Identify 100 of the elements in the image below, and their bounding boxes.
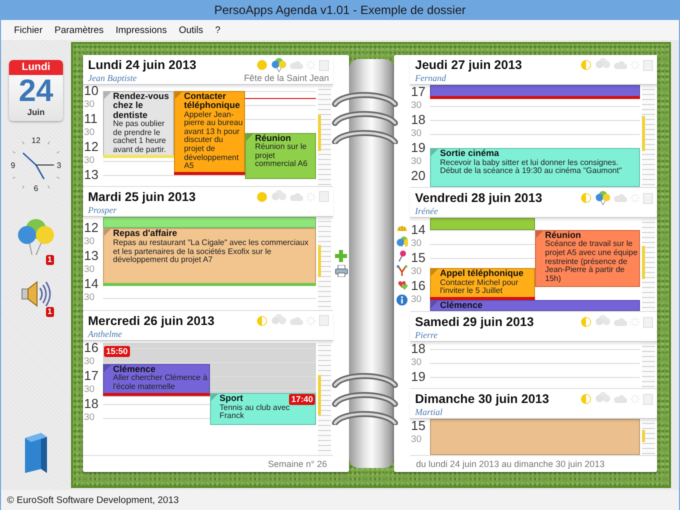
hour-label: 30 [411, 358, 422, 368]
hour-label: 30 [84, 412, 95, 423]
event-card[interactable]: Contacter téléphonique Appeler Jean-pierre au bureau avant 13 h pour discuter du projet de développement A5 [174, 90, 245, 175]
note-corner-icon [431, 300, 438, 308]
calendar-month: Juin [27, 107, 45, 119]
note-corner-icon [431, 269, 438, 276]
hour-label: 19 [411, 141, 426, 155]
event-card[interactable] [103, 216, 316, 228]
branch-icon[interactable] [396, 264, 408, 276]
menu-item[interactable]: Impressions [110, 22, 172, 38]
clock-number: 9 [10, 161, 16, 170]
event-title: Sortie cinéma [440, 149, 500, 158]
hour-label: 13 [84, 249, 98, 264]
hour-label: 14 [411, 222, 426, 237]
event-band [174, 172, 245, 175]
event-description: Tennis au club avec Franck [220, 404, 291, 421]
note-corner-icon [174, 92, 182, 99]
hour-label: 15 [411, 250, 426, 265]
day-overview-strip[interactable] [318, 340, 331, 455]
hour-label: 12 [84, 221, 98, 236]
week-number: Semaine n° 26 [266, 458, 328, 471]
menu-item[interactable]: ? [210, 22, 226, 38]
hour-label: 30 [411, 294, 422, 305]
event-card[interactable]: Sortie cinéma Recevoir la baby sitter et lui donner les consignes. Début de la scéance à 19:30 au cinéma "Gaumont" [430, 148, 640, 188]
event-title: Réunion [545, 230, 582, 240]
menu-item[interactable]: Outils [174, 22, 208, 38]
event-description: Recevoir la baby sitter et lui donner les consignes. Début de la scéance à 19:30 au cinéma "Gaumont" [440, 158, 623, 176]
hour-label: 17 [84, 368, 98, 383]
day-title: Mercredi 26 juin 2013 [88, 314, 214, 328]
event-title: Appel téléphonique [440, 269, 525, 279]
calendar-weekday: Lundi [9, 60, 63, 75]
event-title: Contacter téléphonique [184, 92, 241, 111]
printer-icon[interactable] [334, 265, 348, 277]
hearts-icon[interactable] [396, 280, 408, 290]
day-overview-strip[interactable] [318, 85, 331, 186]
cloud-icon [290, 192, 303, 202]
hour-label: 18 [411, 342, 426, 356]
events-marker [318, 244, 321, 278]
info-icon[interactable] [396, 294, 408, 306]
saint-name: Jean Baptiste [88, 73, 137, 83]
event-card[interactable] [430, 218, 535, 230]
notification-badge: 1 [46, 307, 54, 317]
hour-label: 30 [84, 265, 95, 276]
day-overview-strip[interactable] [642, 342, 655, 388]
event-card[interactable] [430, 419, 640, 455]
menu-item[interactable]: Fichier [9, 22, 48, 38]
events-marker [642, 116, 645, 152]
hour-label: 20 [411, 169, 426, 183]
events-marker [642, 430, 645, 442]
hour-label: 30 [411, 157, 422, 167]
event-card[interactable]: Réunion Scéance de travail sur le projet A5 avec une équipe restreinte (présence de Jean-Pierre à partir de 15h) [535, 230, 640, 288]
event-card[interactable]: Clémence [430, 300, 640, 312]
hour-label: 30 [411, 101, 422, 111]
hour-label: 11 [84, 112, 98, 126]
pushpin-icon[interactable] [397, 250, 407, 262]
day-overview-strip[interactable] [642, 419, 655, 455]
note-icon [643, 192, 653, 204]
day-overview-strip[interactable] [642, 218, 655, 312]
event-card[interactable]: Sport Tennis au club avec Franck 17:40 [210, 393, 316, 425]
note-corner-icon [536, 230, 543, 238]
hour-label: 30 [411, 238, 422, 249]
note-icon [319, 191, 329, 202]
hour-label: 30 [84, 293, 95, 304]
event-card[interactable]: Clémence Aller chercher Clémence à l'école maternelle [103, 364, 210, 396]
day-title: Mardi 25 juin 2013 [88, 190, 196, 204]
hour-label: 30 [84, 237, 95, 248]
event-title: Rendez-vous chez le dentiste [113, 92, 170, 120]
note-icon [643, 60, 653, 70]
note-corner-icon [104, 229, 111, 236]
cloud-icon [290, 316, 303, 326]
cloud-icon [614, 317, 627, 328]
day-overview-strip[interactable] [642, 85, 655, 188]
event-title: Réunion [254, 134, 292, 143]
hour-label: 30 [84, 128, 95, 138]
event-title: Repas d'affaire [113, 229, 178, 239]
hour-label: 30 [411, 266, 422, 277]
event-card[interactable]: Réunion Réunion sur le projet commercial A6 [244, 132, 316, 179]
hour-label: 18 [411, 113, 426, 127]
cloud-icon [614, 193, 627, 204]
balloons-icon[interactable] [16, 217, 56, 257]
event-description: Ne pas oublier de prendre le cachet 1 heure avant de partir. [113, 120, 167, 154]
event-card[interactable]: Repas d'affaire Repas au restaurant "La Cigale" avec les commerciaux et les partenaires de la sociétés Exofix sur le développement du projet A7 [103, 228, 316, 286]
event-description: Appeler Jean-pierre au bureau avant 13 h pour discuter du projet de développement A5 [184, 110, 243, 171]
event-card[interactable]: Rendez-vous chez le dentiste Ne pas oublier de prendre le cachet 1 heure avant de partir. [103, 90, 174, 158]
hour-label: 30 [84, 100, 95, 110]
saint-name: Irénée [415, 206, 438, 216]
plus-icon[interactable] [335, 250, 347, 262]
note-corner-icon [104, 364, 111, 372]
event-description: Scéance de travail sur le projet A5 avec une équipe restreinte (présence de Jean-Pierre à partir de 15h) [545, 240, 638, 284]
event-card[interactable]: Appel téléphonique Contacter Michel pour l'inviter le 5 Juillet [430, 268, 535, 300]
speaker-icon[interactable] [19, 279, 53, 309]
event-description: Contacter Michel pour l'inviter le 5 Juillet [440, 278, 518, 296]
hour-label: 18 [84, 396, 98, 411]
hour-label: 19 [411, 370, 426, 384]
saint-name: Fernand [415, 73, 446, 83]
event-title: Clémence [113, 364, 157, 374]
menu-item[interactable]: Paramètres [50, 22, 109, 38]
hour-label: 30 [84, 156, 95, 166]
note-icon [319, 315, 329, 326]
event-card[interactable] [430, 85, 640, 99]
